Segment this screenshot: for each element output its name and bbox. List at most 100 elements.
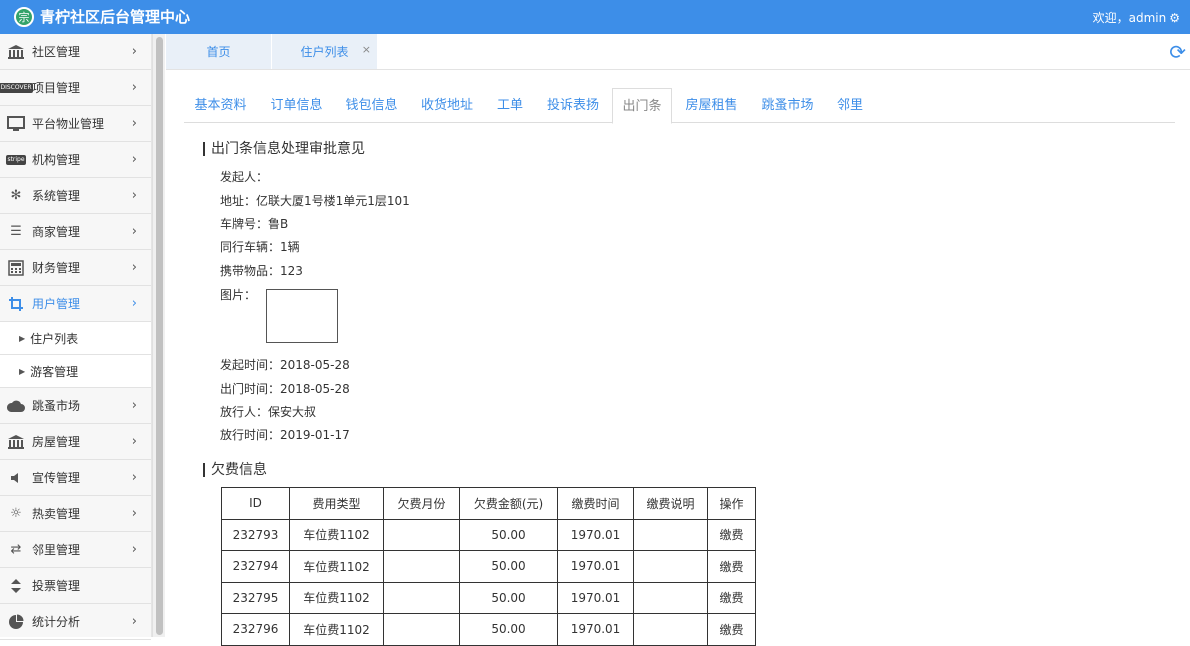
chevron-right-icon: › (131, 470, 137, 485)
table-row: 232796 车位费1102 50.00 1970.01 缴费 (221, 613, 756, 646)
discover-card-icon: DISCOVER (0, 82, 33, 93)
column-header: 费用类型 (289, 487, 384, 520)
brand[interactable]: 宗 青柠社区后台管理中心 (14, 6, 190, 27)
detail-tab-bar: 基本资料 订单信息 钱包信息 收货地址 工单 投诉表扬 出门条 房屋租售 跳蚤市… (184, 88, 1175, 124)
sidebar-item-merchant[interactable]: ☰ 商家管理 › (0, 214, 151, 250)
sidebar-scrollbar[interactable] (152, 34, 165, 637)
tab-exit-pass[interactable]: 出门条 (612, 88, 672, 124)
photo-label: 图片： (220, 288, 257, 302)
pay-button[interactable]: 缴费 (707, 613, 756, 646)
photo-thumbnail[interactable] (266, 289, 338, 343)
column-header: 操作 (707, 487, 756, 520)
scrollbar-thumb[interactable] (156, 37, 163, 635)
retweet-icon: ⇄ (10, 542, 22, 557)
yelp-icon: ✻ (10, 188, 22, 203)
sidebar-item-label: 机构管理 (32, 153, 81, 167)
cell-note (633, 550, 708, 583)
arrears-table: ID 费用类型 欠费月份 欠费金额(元) 缴费时间 缴费说明 操作 232793… (221, 487, 756, 646)
caret-right-icon: ▶ (19, 366, 26, 376)
sidebar-item-label: 平台物业管理 (32, 117, 105, 131)
chevron-right-icon: › (131, 506, 137, 521)
cell-month (383, 613, 460, 646)
sort-icon (5, 577, 27, 595)
tab-resident-list[interactable]: 住户列表 × (272, 34, 377, 69)
close-icon[interactable]: × (362, 43, 371, 56)
cell-fee-type: 车位费1102 (289, 550, 384, 583)
tab-flea-market[interactable]: 跳蚤市场 (750, 88, 825, 123)
tab-home[interactable]: 首页 (166, 34, 271, 69)
tab-house-rental[interactable]: 房屋租售 (674, 88, 749, 123)
sidebar-item-label: 社区管理 (32, 45, 81, 59)
sidebar-subitem-label: 住户列表 (30, 331, 79, 346)
sidebar-item-property[interactable]: 平台物业管理 › (0, 106, 151, 142)
page-tab-bar: 首页 住户列表 × ⟳ (166, 34, 1190, 70)
column-header: 缴费说明 (633, 487, 708, 520)
sidebar: 社区管理 › DISCOVER 项目管理 › 平台物业管理 › stripe 机… (0, 34, 152, 640)
chevron-right-icon: › (131, 80, 137, 95)
cell-id: 232795 (221, 581, 290, 614)
tab-neighbor[interactable]: 邻里 (825, 88, 875, 123)
table-row: 232794 车位费1102 50.00 1970.01 缴费 (221, 550, 756, 583)
sidebar-item-users[interactable]: 用户管理 › (0, 286, 151, 322)
sidebar-item-system[interactable]: ✻ 系统管理 › (0, 178, 151, 214)
tab-label: 首页 (206, 45, 231, 59)
sidebar-item-project[interactable]: DISCOVER 项目管理 › (0, 70, 151, 106)
sidebar-subitem-visitor[interactable]: ▶ 游客管理 (0, 355, 151, 388)
pay-button[interactable]: 缴费 (707, 550, 756, 583)
bank-icon (5, 43, 27, 61)
cell-note (633, 581, 708, 614)
sidebar-item-flea-market[interactable]: 跳蚤市场 › (0, 388, 151, 424)
tab-basic-info[interactable]: 基本资料 (184, 88, 257, 123)
chevron-right-icon: › (131, 44, 137, 59)
calculator-icon (5, 259, 27, 277)
sidebar-item-label: 财务管理 (32, 261, 81, 275)
plate-field: 车牌号：鲁B (220, 217, 289, 231)
monitor-icon (5, 115, 27, 133)
cell-pay-time: 1970.01 (557, 518, 634, 551)
cell-month (383, 581, 460, 614)
sidebar-item-label: 投票管理 (32, 579, 81, 593)
sidebar-item-promotion[interactable]: 宣传管理 › (0, 460, 151, 496)
caret-right-icon: ▶ (19, 333, 26, 343)
column-header: 缴费时间 (557, 487, 634, 520)
sidebar-item-hot-sale[interactable]: ☼ 热卖管理 › (0, 496, 151, 532)
table-row: 232793 车位费1102 50.00 1970.01 缴费 (221, 518, 756, 551)
sidebar-item-neighbor[interactable]: ⇄ 邻里管理 › (0, 532, 151, 568)
cell-amount: 50.00 (459, 613, 558, 646)
gear-icon[interactable]: ⚙ (1169, 11, 1180, 25)
app-title: 青柠社区后台管理中心 (40, 8, 191, 26)
sidebar-subitem-resident-list[interactable]: ▶ 住户列表 (0, 322, 151, 355)
exit-time-field: 出门时间：2018-05-28 (220, 382, 350, 396)
chevron-right-icon: › (131, 398, 137, 413)
tab-wallet[interactable]: 钱包信息 (334, 88, 409, 123)
sidebar-item-organization[interactable]: stripe 机构管理 › (0, 142, 151, 178)
sidebar-item-housing[interactable]: 房屋管理 › (0, 424, 151, 460)
pay-button[interactable]: 缴费 (707, 581, 756, 614)
tab-orders[interactable]: 订单信息 (259, 88, 334, 123)
sidebar-item-label: 系统管理 (32, 189, 81, 203)
cell-pay-time: 1970.01 (557, 613, 634, 646)
sun-icon: ☼ (10, 506, 22, 521)
user-welcome[interactable]: 欢迎，admin ⚙ (1093, 9, 1180, 26)
refresh-icon[interactable]: ⟳ (1169, 40, 1186, 64)
tab-work-order[interactable]: 工单 (485, 88, 535, 123)
cell-id: 232793 (221, 518, 290, 551)
sidebar-item-finance[interactable]: 财务管理 › (0, 250, 151, 286)
release-time-field: 放行时间：2019-01-17 (220, 428, 350, 442)
cell-amount: 50.00 (459, 581, 558, 614)
tab-shipping-address[interactable]: 收货地址 (409, 88, 485, 123)
welcome-text: 欢迎，admin (1092, 11, 1167, 25)
cell-note (633, 613, 708, 646)
top-header: 宗 青柠社区后台管理中心 欢迎，admin ⚙ (0, 0, 1190, 34)
sidebar-item-statistics[interactable]: 统计分析 › (0, 604, 151, 640)
table-header-row: ID 费用类型 欠费月份 欠费金额(元) 缴费时间 缴费说明 操作 (221, 487, 756, 520)
bank-icon (5, 433, 27, 451)
chevron-right-icon: › (131, 296, 137, 311)
start-time-field: 发起时间：2018-05-28 (220, 358, 350, 372)
tab-complaints[interactable]: 投诉表扬 (535, 88, 611, 123)
logo-icon: 宗 (14, 6, 34, 27)
sidebar-item-label: 项目管理 (32, 81, 81, 95)
sidebar-item-vote[interactable]: 投票管理 (0, 568, 151, 604)
pay-button[interactable]: 缴费 (707, 518, 756, 551)
sidebar-item-community[interactable]: 社区管理 › (0, 34, 151, 70)
